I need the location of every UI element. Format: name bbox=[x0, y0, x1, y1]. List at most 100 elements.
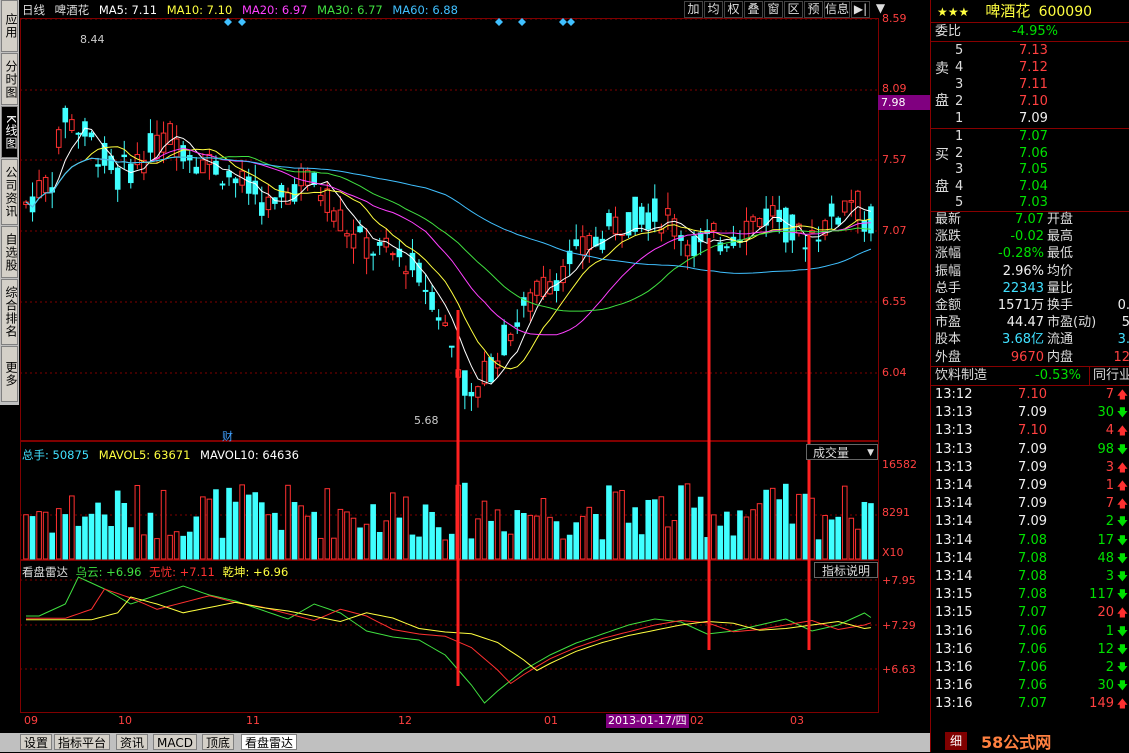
tab-indicator-platform[interactable]: 指标平台 bbox=[54, 734, 111, 750]
overlay-button[interactable]: 叠 bbox=[744, 1, 763, 18]
candle-body bbox=[114, 167, 121, 190]
tick-list[interactable]: 13:12 7.10 7 🡅 13:13 7.09 30 🡇 13:13 7.10 4 🡅 13:13 7… bbox=[931, 386, 1129, 732]
volume-bar bbox=[632, 507, 638, 560]
tick-time: 13:15 bbox=[935, 605, 973, 621]
volume-bar bbox=[612, 491, 619, 560]
tab-intraday[interactable]: 分时图 bbox=[1, 53, 18, 105]
diamond-marker bbox=[518, 18, 526, 26]
tab-top-bottom[interactable]: 顶底 bbox=[202, 734, 235, 750]
add-button[interactable]: 加 bbox=[684, 1, 703, 18]
volume-bar bbox=[134, 484, 141, 560]
tick-row: 13:13 7.09 30 🡇 bbox=[931, 404, 1129, 422]
volume-bar bbox=[776, 499, 783, 560]
volume-bar bbox=[841, 485, 848, 560]
tick-time: 13:14 bbox=[935, 478, 973, 493]
stat-value: -0.02 bbox=[1010, 229, 1044, 245]
volume-bar bbox=[730, 535, 737, 560]
volume-bar bbox=[29, 516, 36, 560]
volume-bar bbox=[481, 500, 488, 560]
stat-label: 股本 bbox=[935, 332, 962, 348]
tab-radar[interactable]: 看盘雷达 bbox=[241, 734, 298, 750]
down-arrow-icon: 🡇 bbox=[1116, 588, 1128, 602]
candle-body bbox=[147, 133, 154, 153]
stat-value: 22343 bbox=[1002, 280, 1044, 296]
tick-time: 13:16 bbox=[935, 623, 973, 639]
volume-bar bbox=[226, 487, 232, 560]
ask-level[interactable]: 1 7.09 bbox=[955, 110, 1125, 127]
tab-rankings[interactable]: 综合排名 bbox=[1, 279, 18, 345]
star-icon[interactable]: ★★★ bbox=[937, 5, 969, 19]
volume-bar bbox=[625, 522, 632, 560]
weibi-row: 委比 -4.95% bbox=[931, 23, 1129, 42]
volume-bar bbox=[272, 512, 278, 560]
collapse-icon[interactable]: ▶| bbox=[851, 1, 870, 18]
candle-body bbox=[815, 239, 822, 242]
tab-more[interactable]: 更多 bbox=[1, 346, 18, 402]
tab-watchlist[interactable]: 自选股 bbox=[1, 226, 18, 278]
ask-book: 卖 盘 5 7.13 4 7.12 3 7.11 2 7.10 1 7.09 bbox=[931, 42, 1129, 129]
range-button[interactable]: 区 bbox=[784, 1, 803, 18]
tab-company-news[interactable]: 公司资讯 bbox=[1, 159, 18, 225]
volume-bar bbox=[501, 531, 507, 560]
bid-level[interactable]: 2 7.06 bbox=[955, 145, 1125, 162]
kline-chart-area[interactable]: 日线 啤酒花 MA5: 7.11 MA10: 7.10 MA20: 6.97 M… bbox=[20, 0, 931, 733]
ask-level[interactable]: 2 7.10 bbox=[955, 93, 1125, 110]
volume-bar bbox=[304, 515, 311, 560]
period-label: 日线 bbox=[22, 3, 45, 17]
rights-button[interactable]: 权 bbox=[724, 1, 743, 18]
detail-button[interactable]: 细 bbox=[945, 732, 967, 750]
ask-level[interactable]: 4 7.12 bbox=[955, 59, 1125, 76]
tick-time: 13:13 bbox=[935, 459, 973, 475]
volume-bar bbox=[95, 502, 101, 560]
x-tick: 12 bbox=[398, 714, 412, 727]
industry-compare-link[interactable]: 同行业比 bbox=[1089, 367, 1129, 385]
x-tick: 11 bbox=[246, 714, 260, 727]
chevron-down-icon: ▼ bbox=[867, 448, 874, 458]
candle-body bbox=[75, 132, 82, 135]
bid-level[interactable]: 4 7.04 bbox=[955, 178, 1125, 195]
industry-row[interactable]: 饮料制造 -0.53% 同行业比 bbox=[931, 367, 1129, 386]
bid-level[interactable]: 3 7.05 bbox=[955, 161, 1125, 178]
volume-bar bbox=[724, 511, 730, 560]
stat-row: 涨幅 -0.28% 最低 bbox=[931, 245, 1129, 262]
tab-kline[interactable]: K线图 bbox=[1, 106, 18, 158]
bid-level[interactable]: 1 7.07 bbox=[955, 128, 1125, 145]
tab-settings[interactable]: 设置 bbox=[20, 734, 53, 750]
stat-value: -0.28% bbox=[998, 246, 1044, 262]
bid-level[interactable]: 5 7.03 bbox=[955, 194, 1125, 211]
window-button[interactable]: 窗 bbox=[764, 1, 783, 18]
volume-bar bbox=[855, 528, 861, 560]
stat-row: 股本 3.68亿 流通 3. bbox=[931, 331, 1129, 348]
finance-marker[interactable]: 财 bbox=[222, 428, 233, 444]
indicator-help-button[interactable]: 指标说明 bbox=[814, 562, 878, 578]
tab-macd[interactable]: MACD bbox=[153, 734, 197, 750]
tab-news[interactable]: 资讯 bbox=[116, 734, 149, 750]
candle-body bbox=[376, 241, 383, 246]
average-button[interactable]: 均 bbox=[704, 1, 723, 18]
candle-body bbox=[344, 233, 350, 237]
forecast-button[interactable]: 预 bbox=[804, 1, 823, 18]
volume-bar bbox=[396, 517, 403, 560]
indicator-tick: +7.95 bbox=[882, 574, 916, 587]
info-button[interactable]: 信息 bbox=[824, 1, 850, 18]
volume-bar bbox=[691, 507, 697, 560]
chart-canvas[interactable] bbox=[20, 0, 929, 733]
stat-label: 最新 bbox=[935, 212, 962, 227]
tick-row: 13:15 7.07 20 🡅 bbox=[931, 604, 1129, 622]
ask-level[interactable]: 5 7.13 bbox=[955, 42, 1125, 59]
volume-indicator-select[interactable]: 成交量 ▼ bbox=[806, 444, 878, 460]
candle-body bbox=[488, 357, 494, 383]
up-arrow-icon: 🡅 bbox=[1116, 424, 1128, 438]
indicator-tick: +6.63 bbox=[882, 663, 916, 676]
stat-value-right: 3. bbox=[1117, 332, 1129, 348]
volume-bar bbox=[468, 538, 475, 560]
volume-bar bbox=[619, 489, 625, 560]
tick-time: 13:13 bbox=[935, 423, 973, 439]
volume-bar bbox=[534, 515, 540, 560]
tick-time: 13:14 bbox=[935, 496, 973, 512]
volume-bar bbox=[180, 535, 186, 560]
ask-level[interactable]: 3 7.11 bbox=[955, 76, 1125, 93]
volume-bar bbox=[49, 532, 55, 560]
volume-bar bbox=[128, 527, 134, 560]
tab-apps[interactable]: 应用 bbox=[1, 0, 18, 52]
